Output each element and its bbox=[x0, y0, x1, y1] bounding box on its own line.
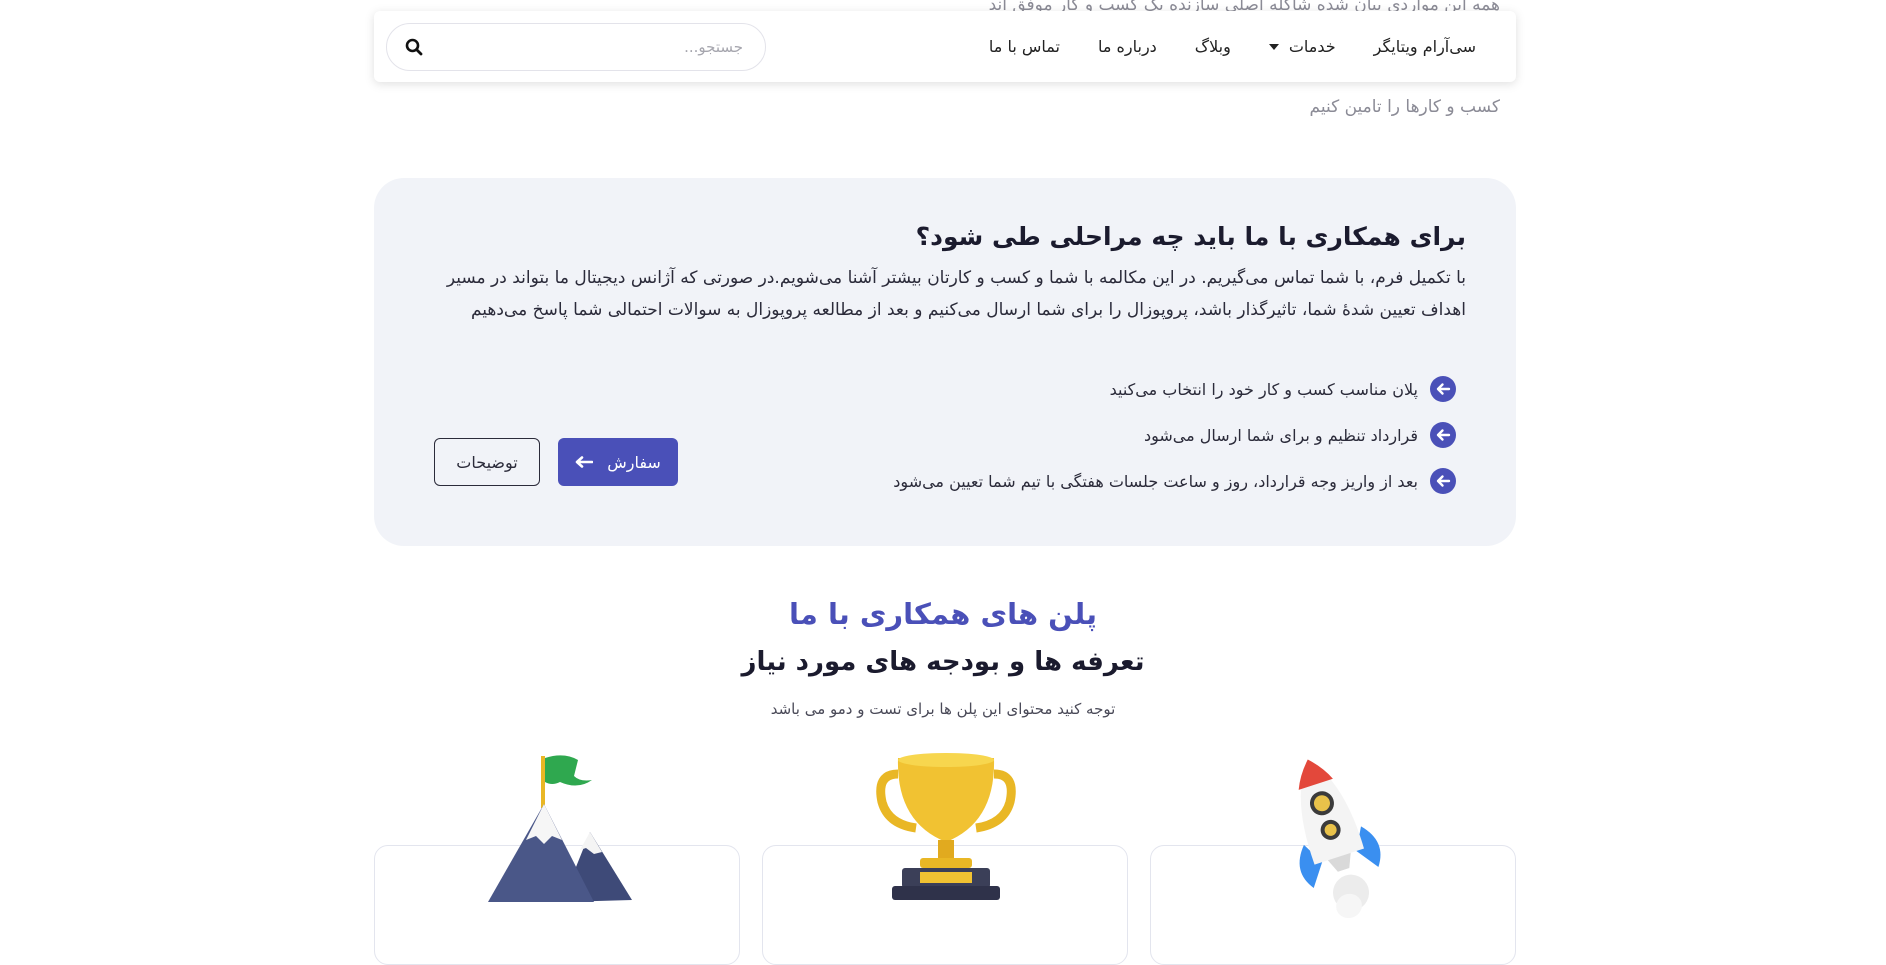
process-step: بعد از واریز وجه قرارداد، روز و ساعت جلس… bbox=[893, 458, 1456, 504]
plans-subtitle: تعرفه ها و بودجه های مورد نیاز bbox=[741, 647, 1145, 677]
arrow-left-circle-icon bbox=[1430, 468, 1456, 494]
arrow-left-circle-icon bbox=[1430, 376, 1456, 402]
nav-link-about[interactable]: درباره ما bbox=[1098, 37, 1157, 56]
caret-down-icon bbox=[1268, 43, 1279, 50]
trophy-icon bbox=[876, 753, 1016, 900]
process-description: با تکمیل فرم، با شما تماس می‌گیریم. در ا… bbox=[446, 268, 1466, 320]
process-step-text: پلان مناسب کسب و کار خود را انتخاب می‌کن… bbox=[1109, 379, 1418, 399]
nav-links: سی‌آرام ویتایگر خدمات وبلاگ درباره ما تم… bbox=[989, 37, 1476, 56]
order-button-label: سفارش bbox=[607, 452, 661, 472]
order-button[interactable]: سفارش bbox=[558, 438, 678, 486]
nav-link-contact[interactable]: تماس با ما bbox=[989, 37, 1060, 56]
intro-text-line-3: کسب و کارها را تامین کنیم bbox=[1309, 97, 1501, 117]
arrow-left-circle-icon bbox=[1430, 422, 1456, 448]
process-steps: پلان مناسب کسب و کار خود را انتخاب می‌کن… bbox=[893, 366, 1456, 504]
navbar: سی‌آرام ویتایگر خدمات وبلاگ درباره ما تم… bbox=[374, 11, 1516, 82]
nav-link-blog[interactable]: وبلاگ bbox=[1195, 37, 1231, 56]
nav-brand-link[interactable]: سی‌آرام ویتایگر bbox=[1374, 37, 1476, 56]
search-input[interactable] bbox=[461, 36, 745, 57]
arrow-left-icon bbox=[575, 453, 594, 472]
process-step: پلان مناسب کسب و کار خود را انتخاب می‌کن… bbox=[893, 366, 1456, 412]
search-icon[interactable] bbox=[403, 36, 425, 58]
plans-title: پلن های همکاری با ما bbox=[789, 597, 1097, 631]
process-card: برای همکاری با ما باید چه مراحلی طی شود؟… bbox=[374, 178, 1516, 546]
process-step: قرارداد تنظیم و برای شما ارسال می‌شود bbox=[893, 412, 1456, 458]
search-box bbox=[386, 22, 766, 71]
rocket-icon bbox=[1298, 759, 1381, 919]
process-step-text: بعد از واریز وجه قرارداد، روز و ساعت جلس… bbox=[893, 471, 1418, 491]
nav-link-services-label: خدمات bbox=[1288, 37, 1336, 56]
process-title: برای همکاری با ما باید چه مراحلی طی شود؟ bbox=[915, 222, 1466, 251]
details-button[interactable]: توضیحات bbox=[434, 438, 540, 486]
mountain-flag-icon bbox=[488, 755, 632, 902]
process-step-text: قرارداد تنظیم و برای شما ارسال می‌شود bbox=[1143, 425, 1418, 445]
plans-note: توجه کنید محتوای این پلن ها برای تست و د… bbox=[770, 700, 1116, 718]
nav-link-services[interactable]: خدمات bbox=[1268, 37, 1336, 56]
